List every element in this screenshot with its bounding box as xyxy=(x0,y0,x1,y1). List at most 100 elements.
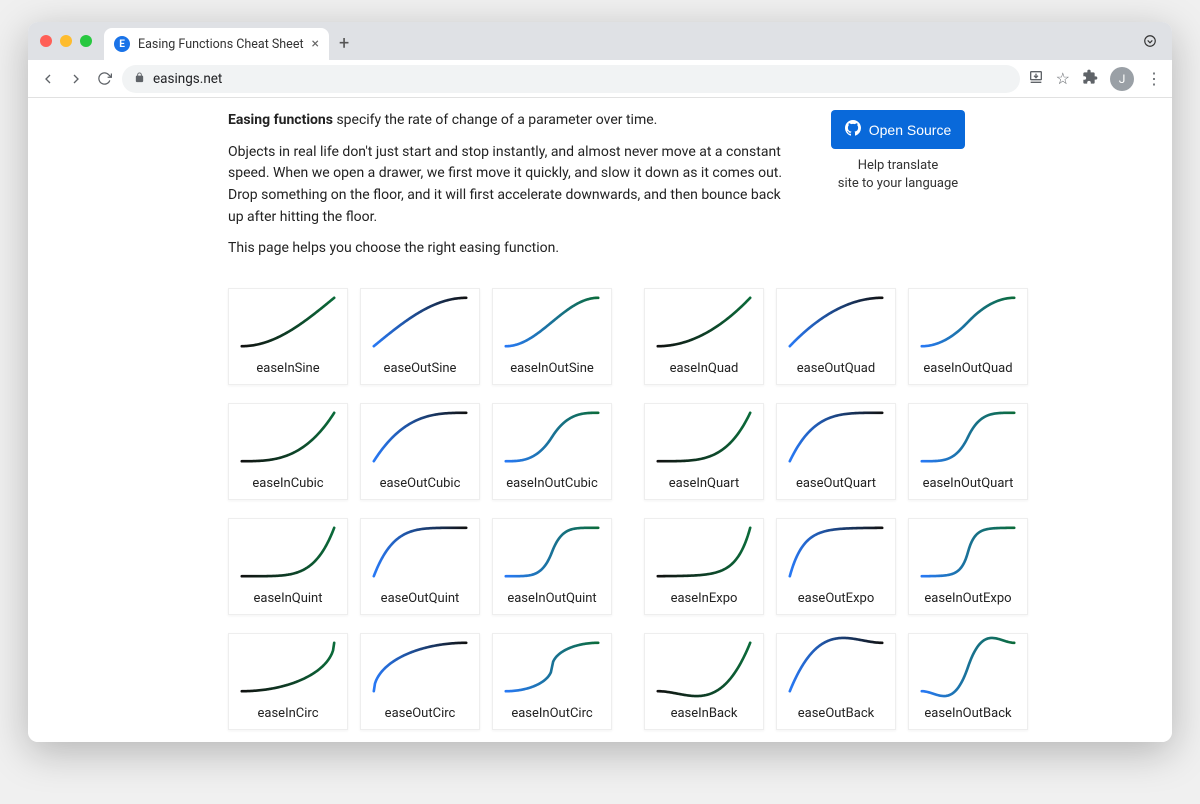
easing-label: easeInOutQuint xyxy=(507,585,596,614)
github-icon xyxy=(845,120,861,139)
easing-curve-icon xyxy=(361,404,479,470)
favicon-icon: E xyxy=(114,36,130,52)
browser-window: E Easing Functions Cheat Sheet × + easin… xyxy=(28,22,1172,742)
easing-curve-icon xyxy=(909,519,1027,585)
easing-label: easeOutBack xyxy=(798,700,875,729)
easing-label: easeOutCubic xyxy=(380,470,461,499)
profile-avatar[interactable]: J xyxy=(1110,67,1134,91)
easing-label: easeOutQuart xyxy=(796,470,876,499)
easing-curve-icon xyxy=(493,634,611,700)
easing-curve-icon xyxy=(493,289,611,355)
url-text: easings.net xyxy=(153,71,222,87)
easing-card-easeOutBack[interactable]: easeOutBack xyxy=(776,633,896,730)
easing-label: easeOutQuad xyxy=(797,355,875,384)
easing-label: easeInOutCubic xyxy=(506,470,598,499)
back-button[interactable] xyxy=(38,71,58,87)
extensions-icon[interactable] xyxy=(1082,69,1098,89)
easing-curve-icon xyxy=(909,634,1027,700)
easing-label: easeInCubic xyxy=(252,470,323,499)
easing-card-easeOutExpo[interactable]: easeOutExpo xyxy=(776,518,896,615)
browser-tab[interactable]: E Easing Functions Cheat Sheet × xyxy=(104,28,329,60)
sidebar-box: Open Source Help translate site to your … xyxy=(828,110,968,192)
easing-card-easeInOutQuad[interactable]: easeInOutQuad xyxy=(908,288,1028,385)
easing-label: easeInQuint xyxy=(254,585,323,614)
easing-card-easeInOutCubic[interactable]: easeInOutCubic xyxy=(492,403,612,500)
star-icon[interactable]: ☆ xyxy=(1056,69,1070,88)
easing-card-easeOutSine[interactable]: easeOutSine xyxy=(360,288,480,385)
easing-curve-icon xyxy=(229,519,347,585)
easing-curve-icon xyxy=(777,634,895,700)
easing-curve-icon xyxy=(361,519,479,585)
easing-card-easeOutQuint[interactable]: easeOutQuint xyxy=(360,518,480,615)
address-bar[interactable]: easings.net xyxy=(122,65,1020,93)
intro-para2: Objects in real life don't just start an… xyxy=(228,142,788,229)
easing-label: easeInQuart xyxy=(669,470,739,499)
easing-label: easeInOutQuad xyxy=(923,355,1012,384)
easing-curve-icon xyxy=(909,404,1027,470)
menu-icon[interactable]: ⋮ xyxy=(1146,69,1162,88)
easing-curve-icon xyxy=(493,404,611,470)
easing-card-easeOutQuad[interactable]: easeOutQuad xyxy=(776,288,896,385)
easing-curve-icon xyxy=(645,289,763,355)
easing-label: easeOutCirc xyxy=(385,700,456,729)
easing-card-easeInOutCirc[interactable]: easeInOutCirc xyxy=(492,633,612,730)
titlebar: E Easing Functions Cheat Sheet × + xyxy=(28,22,1172,60)
easing-card-easeInBack[interactable]: easeInBack xyxy=(644,633,764,730)
easing-curve-icon xyxy=(777,289,895,355)
easing-curve-icon xyxy=(229,404,347,470)
easing-label: easeInOutSine xyxy=(510,355,594,384)
toolbar-right: ☆ J ⋮ xyxy=(1028,67,1162,91)
easing-curve-icon xyxy=(645,404,763,470)
lead-rest: specify the rate of change of a paramete… xyxy=(333,112,657,128)
lead-strong: Easing functions xyxy=(228,112,333,128)
easing-label: easeInCirc xyxy=(258,700,319,729)
open-source-label: Open Source xyxy=(869,122,952,138)
easing-card-easeInOutExpo[interactable]: easeInOutExpo xyxy=(908,518,1028,615)
window-controls xyxy=(40,35,92,47)
page-content: Easing functions specify the rate of cha… xyxy=(228,98,1018,730)
install-icon[interactable] xyxy=(1028,69,1044,89)
easing-curve-icon xyxy=(361,289,479,355)
easing-label: easeOutSine xyxy=(384,355,457,384)
easing-card-easeInOutSine[interactable]: easeInOutSine xyxy=(492,288,612,385)
easing-curve-icon xyxy=(229,289,347,355)
reload-button[interactable] xyxy=(94,71,114,86)
easing-curve-icon xyxy=(229,634,347,700)
new-tab-button[interactable]: + xyxy=(339,33,349,54)
easing-card-easeOutQuart[interactable]: easeOutQuart xyxy=(776,403,896,500)
easing-card-easeOutCirc[interactable]: easeOutCirc xyxy=(360,633,480,730)
forward-button[interactable] xyxy=(66,71,86,87)
easing-card-easeInCubic[interactable]: easeInCubic xyxy=(228,403,348,500)
easing-card-easeInOutQuint[interactable]: easeInOutQuint xyxy=(492,518,612,615)
toolbar: easings.net ☆ J ⋮ xyxy=(28,60,1172,98)
easing-card-easeInExpo[interactable]: easeInExpo xyxy=(644,518,764,615)
easing-card-easeInQuart[interactable]: easeInQuart xyxy=(644,403,764,500)
intro-section: Easing functions specify the rate of cha… xyxy=(228,110,1018,270)
chevron-down-icon[interactable] xyxy=(1140,34,1160,48)
page-viewport[interactable]: Easing functions specify the rate of cha… xyxy=(28,98,1172,742)
easing-card-easeInCirc[interactable]: easeInCirc xyxy=(228,633,348,730)
easing-card-easeInQuad[interactable]: easeInQuad xyxy=(644,288,764,385)
easing-label: easeInSine xyxy=(256,355,319,384)
easing-label: easeInBack xyxy=(671,700,738,729)
easing-curve-icon xyxy=(909,289,1027,355)
easing-card-easeOutCubic[interactable]: easeOutCubic xyxy=(360,403,480,500)
close-window-button[interactable] xyxy=(40,35,52,47)
easing-card-easeInSine[interactable]: easeInSine xyxy=(228,288,348,385)
intro-para3: This page helps you choose the right eas… xyxy=(228,238,788,260)
maximize-window-button[interactable] xyxy=(80,35,92,47)
easing-card-easeInQuint[interactable]: easeInQuint xyxy=(228,518,348,615)
easing-curve-icon xyxy=(493,519,611,585)
open-source-button[interactable]: Open Source xyxy=(831,110,966,149)
easing-card-easeInOutBack[interactable]: easeInOutBack xyxy=(908,633,1028,730)
easing-curve-icon xyxy=(777,519,895,585)
easing-label: easeOutQuint xyxy=(381,585,460,614)
easings-grid: easeInSine easeOutSine easeInOutSine easeIn… xyxy=(228,288,1018,730)
close-tab-button[interactable]: × xyxy=(312,37,319,51)
easing-curve-icon xyxy=(361,634,479,700)
help-translate-link[interactable]: Help translate site to your language xyxy=(828,157,968,192)
minimize-window-button[interactable] xyxy=(60,35,72,47)
easing-label: easeInOutCirc xyxy=(511,700,592,729)
easing-card-easeInOutQuart[interactable]: easeInOutQuart xyxy=(908,403,1028,500)
easing-label: easeInOutExpo xyxy=(924,585,1011,614)
